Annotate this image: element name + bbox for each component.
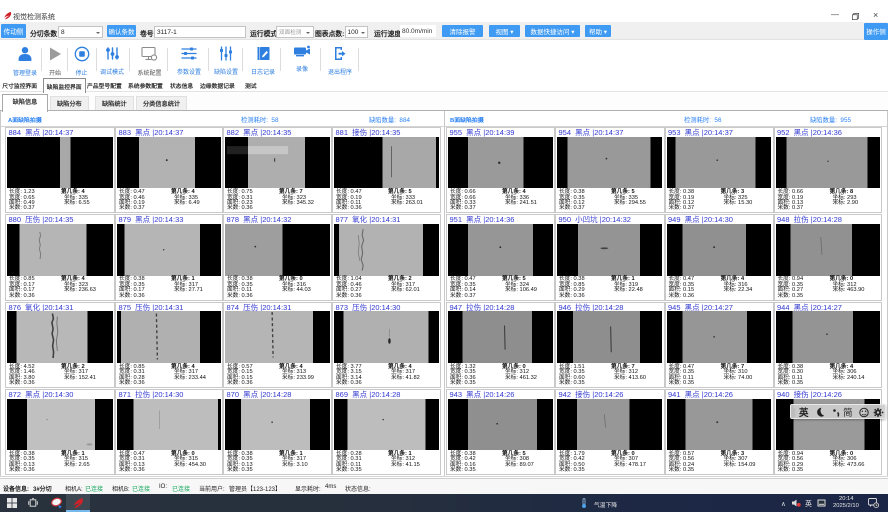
svg-text:英: 英 xyxy=(799,407,809,419)
svg-text:简: 简 xyxy=(843,407,853,419)
